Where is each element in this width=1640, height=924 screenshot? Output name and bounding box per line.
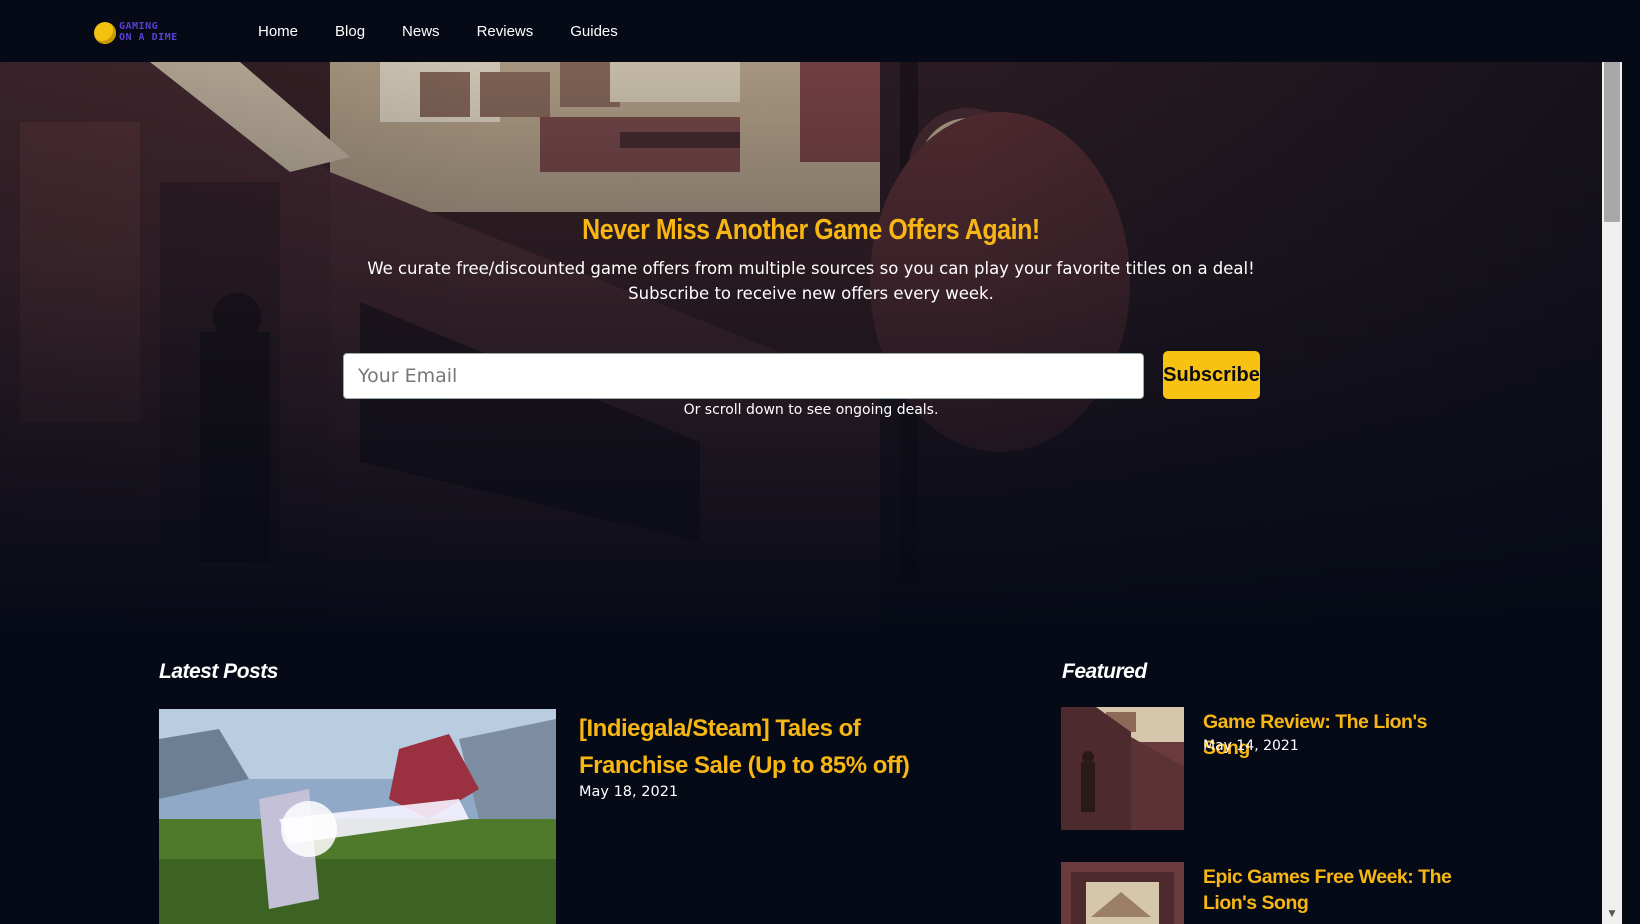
hero-subtitle: We curate free/discounted game offers fr… <box>0 256 1622 306</box>
nav-blog[interactable]: Blog <box>335 23 365 40</box>
logo-line-2: ON A DIME <box>119 32 178 43</box>
nav-reviews[interactable]: Reviews <box>477 23 534 40</box>
nav-links: Home Blog News Reviews Guides <box>258 0 655 62</box>
hero-subtitle-line-2: Subscribe to receive new offers every we… <box>628 284 994 303</box>
featured-title-2[interactable]: Epic Games Free Week: The Lion's Song <box>1203 864 1453 916</box>
nav-guides[interactable]: Guides <box>570 23 618 40</box>
hero-subtitle-line-1: We curate free/discounted game offers fr… <box>367 259 1255 278</box>
hero-banner: Never Miss Another Game Offers Again! We… <box>0 62 1622 642</box>
featured-thumbnail-1[interactable] <box>1061 707 1184 830</box>
logo-text: GAMING ON A DIME <box>119 21 178 43</box>
featured-thumbnail-2[interactable] <box>1061 862 1184 924</box>
hero-content: Never Miss Another Game Offers Again! We… <box>0 62 1622 642</box>
post-date: May 18, 2021 <box>579 784 679 800</box>
coin-icon <box>94 22 116 44</box>
nav-news[interactable]: News <box>402 23 440 40</box>
scroll-down-arrow-icon[interactable]: ▼ <box>1606 908 1618 920</box>
top-navigation: GAMING ON A DIME Home Blog News Reviews … <box>0 0 1622 62</box>
page-scrollbar[interactable]: ▲ ▼ <box>1602 0 1622 924</box>
post-title[interactable]: [Indiegala/Steam] Tales of Franchise Sal… <box>579 710 939 784</box>
site-logo[interactable]: GAMING ON A DIME <box>94 18 194 48</box>
logo-line-1: GAMING <box>119 21 159 32</box>
featured-date-1: May 14, 2021 <box>1203 738 1299 754</box>
nav-home[interactable]: Home <box>258 23 298 40</box>
scroll-note: Or scroll down to see ongoing deals. <box>683 402 939 418</box>
latest-posts-heading: Latest Posts <box>159 660 278 683</box>
email-input[interactable] <box>343 353 1144 399</box>
post-thumbnail[interactable] <box>159 709 556 924</box>
featured-heading: Featured <box>1062 660 1147 683</box>
subscribe-button[interactable]: Subscribe <box>1163 351 1260 399</box>
hero-title: Never Miss Another Game Offers Again! <box>582 214 1040 246</box>
